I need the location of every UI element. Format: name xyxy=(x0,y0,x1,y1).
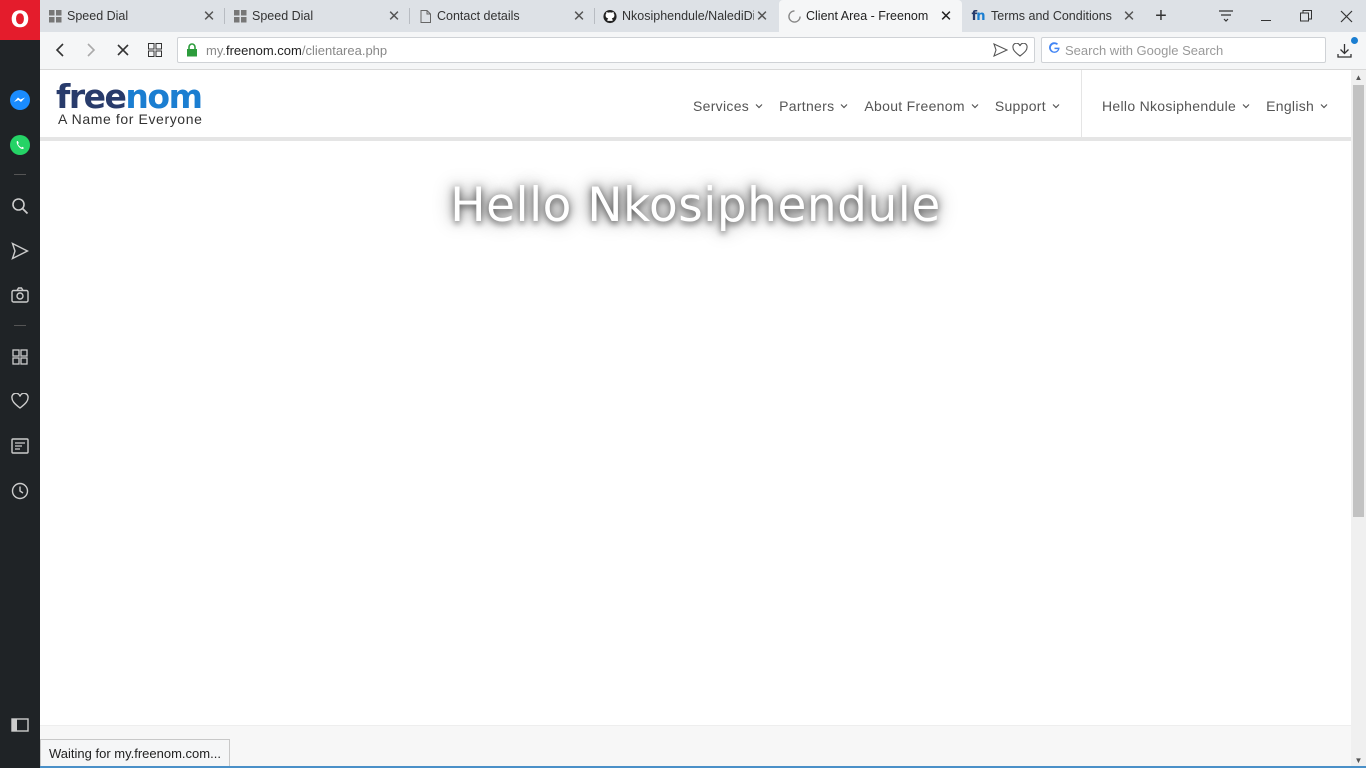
user-nav: Hello Nkosiphendule English xyxy=(1102,70,1344,141)
opera-logo-icon: O xyxy=(10,7,30,33)
tab-label: Speed Dial xyxy=(67,9,129,23)
history-icon[interactable] xyxy=(8,479,32,503)
freenom-logo[interactable]: freenom A Name for Everyone xyxy=(56,78,203,128)
chevron-down-icon xyxy=(840,103,848,108)
page-footer-strip xyxy=(40,725,1351,768)
sidebar-toggle-icon[interactable] xyxy=(8,713,32,737)
freenom-fn-icon: fn xyxy=(971,8,986,24)
tab-contact-details[interactable]: Contact details ✕ xyxy=(410,0,595,32)
page-viewport: freenom A Name for Everyone Services Par… xyxy=(40,70,1351,768)
speed-dial-icon xyxy=(48,9,62,23)
loading-icon xyxy=(787,9,801,23)
google-icon xyxy=(1048,41,1061,59)
forward-button[interactable] xyxy=(77,36,105,64)
sidebar xyxy=(0,32,40,768)
sidebar-divider xyxy=(14,325,26,326)
language-menu[interactable]: English xyxy=(1266,98,1328,114)
tab-label: Contact details xyxy=(437,9,520,23)
tab-label: Terms and Conditions xyxy=(991,9,1112,23)
github-icon xyxy=(603,9,617,23)
nav-services[interactable]: Services xyxy=(693,98,763,114)
camera-icon[interactable] xyxy=(8,283,32,307)
stop-loading-button[interactable] xyxy=(109,36,137,64)
news-icon[interactable] xyxy=(8,434,32,458)
chevron-down-icon xyxy=(1052,103,1060,108)
minimize-icon[interactable] xyxy=(1246,0,1286,32)
heart-icon[interactable] xyxy=(1012,42,1028,62)
tab-speed-dial-2[interactable]: Speed Dial ✕ xyxy=(225,0,410,32)
send-icon[interactable] xyxy=(993,42,1009,62)
url-text: my.freenom.com/clientarea.php xyxy=(206,42,388,58)
close-window-icon[interactable] xyxy=(1326,0,1366,32)
address-bar: my.freenom.com/clientarea.php xyxy=(40,32,1366,70)
main-nav: Services Partners About Freenom Support xyxy=(693,70,1076,141)
nav-divider xyxy=(1081,70,1082,141)
back-button[interactable] xyxy=(46,36,74,64)
opera-menu-button[interactable]: O xyxy=(0,0,40,40)
chevron-down-icon xyxy=(971,103,979,108)
close-tab-icon[interactable]: ✕ xyxy=(754,7,770,25)
restore-icon[interactable] xyxy=(1286,0,1326,32)
scrollbar-thumb[interactable] xyxy=(1353,85,1364,517)
status-bar: Waiting for my.freenom.com... xyxy=(40,739,230,767)
search-icon[interactable] xyxy=(8,194,32,218)
download-badge xyxy=(1351,37,1358,44)
speed-dial-icon xyxy=(233,9,247,23)
tabs-grid-button[interactable] xyxy=(141,36,169,64)
site-header: freenom A Name for Everyone Services Par… xyxy=(40,70,1351,141)
document-icon xyxy=(418,9,432,23)
user-menu[interactable]: Hello Nkosiphendule xyxy=(1102,98,1250,114)
close-tab-icon[interactable]: ✕ xyxy=(1121,7,1137,25)
tab-label: Speed Dial xyxy=(252,9,314,23)
chevron-down-icon xyxy=(1242,103,1250,108)
logo-tagline: A Name for Everyone xyxy=(58,111,203,127)
scroll-up-icon[interactable]: ▲ xyxy=(1351,70,1366,85)
search-box[interactable] xyxy=(1041,37,1326,63)
lock-icon[interactable] xyxy=(178,43,206,57)
tab-terms[interactable]: fn Terms and Conditions ✕ xyxy=(962,0,1145,32)
tab-label: Client Area - Freenom xyxy=(806,9,929,23)
page-scrollbar[interactable]: ▲ ▼ xyxy=(1351,70,1366,768)
chevron-down-icon xyxy=(755,103,763,108)
close-tab-icon[interactable]: ✕ xyxy=(386,7,402,25)
sidebar-divider xyxy=(14,174,26,175)
chevron-down-icon xyxy=(1320,103,1328,108)
tab-menu-icon[interactable] xyxy=(1206,0,1246,32)
close-tab-icon[interactable]: ✕ xyxy=(571,7,587,25)
speed-dial-icon[interactable] xyxy=(8,345,32,369)
close-tab-icon[interactable]: ✕ xyxy=(938,7,954,25)
nav-about[interactable]: About Freenom xyxy=(864,98,979,114)
tab-github[interactable]: Nkosiphendule/NalediDi ✕ xyxy=(595,0,778,32)
url-field[interactable]: my.freenom.com/clientarea.php xyxy=(177,37,1035,63)
whatsapp-icon[interactable] xyxy=(8,133,32,157)
downloads-icon[interactable] xyxy=(1330,36,1358,64)
tab-label: Nkosiphendule/NalediDi xyxy=(622,9,754,23)
close-tab-icon[interactable]: ✕ xyxy=(201,7,217,25)
new-tab-button[interactable]: + xyxy=(1150,0,1172,32)
messenger-icon[interactable] xyxy=(8,88,32,112)
tab-speed-dial-1[interactable]: Speed Dial ✕ xyxy=(40,0,225,32)
search-input[interactable] xyxy=(1065,42,1315,58)
tab-client-area[interactable]: Client Area - Freenom ✕ xyxy=(779,0,962,32)
tab-bar: Speed Dial ✕ Speed Dial ✕ Contact detail… xyxy=(0,0,1366,32)
nav-support[interactable]: Support xyxy=(995,98,1060,114)
heart-icon[interactable] xyxy=(8,389,32,413)
hero-greeting: Hello Nkosiphendule xyxy=(450,178,941,233)
send-icon[interactable] xyxy=(8,239,32,263)
nav-partners[interactable]: Partners xyxy=(779,98,848,114)
